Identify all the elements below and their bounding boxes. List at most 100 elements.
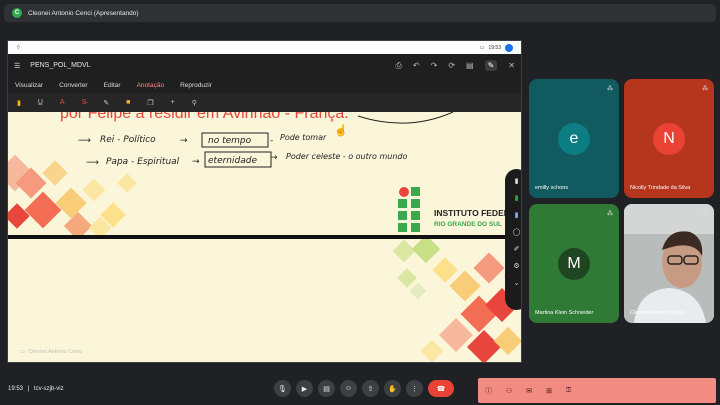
people-icon[interactable]: ⚇	[506, 387, 512, 395]
note-canvas[interactable]: por Felipe a residir em Avinhão - França…	[8, 112, 521, 362]
raise-hand-button[interactable]: ✋	[384, 380, 401, 397]
shared-screen: ⌔ ▭ 19:53 ☰ PENS_POL_MDVL ⎙ ↶ ↷ ⟳ ▤ ✎ ✕ …	[7, 40, 522, 363]
screen-share-badge	[505, 43, 513, 52]
highlighter-icon[interactable]: ▮	[17, 99, 21, 107]
camera-button[interactable]: ▶	[296, 380, 313, 397]
meeting-info: 19:53 | tcv-szjb-viz	[8, 386, 64, 392]
meeting-time: 19:53	[8, 386, 24, 392]
mic-button[interactable]: 🎙	[274, 380, 291, 397]
collapse-icon[interactable]: ⌄	[514, 279, 520, 287]
info-icon[interactable]: ⓘ	[485, 386, 492, 396]
chat-icon[interactable]: ✉	[526, 387, 532, 395]
end-call-button[interactable]: ☎	[428, 380, 454, 397]
line1-box-text: no tempo	[208, 136, 252, 146]
save-icon[interactable]: ⎙	[396, 61, 402, 71]
note-page-1: por Felipe a residir em Avinhão - França…	[8, 112, 521, 241]
floating-pen-toolbar: ▮ ▮ ▮ ◯ ✐ ⚙ ⌄	[505, 169, 521, 310]
mic-icon: 🎙	[278, 385, 287, 393]
meeting-separator: |	[27, 386, 30, 392]
close-icon[interactable]: ✕	[508, 61, 515, 70]
tab-visualizar[interactable]: Visualizar	[15, 82, 43, 89]
watermark-icon: ▭	[20, 349, 26, 355]
host-controls-icon[interactable]: ⚿	[566, 387, 571, 395]
highlighter-tool-icon[interactable]: ▮	[515, 211, 519, 219]
emoji-icon: ☺	[344, 385, 353, 392]
line2-result: Poder celeste - o outro mundo	[286, 152, 407, 161]
avatar: M	[558, 248, 590, 280]
watermark-text: Cleonei Antonio Cenci	[28, 349, 83, 355]
logo-line2: RIO GRANDE DO SUL	[434, 221, 502, 228]
pen-mode-icon[interactable]: ✎	[484, 60, 498, 71]
settings-icon[interactable]: ⚙	[513, 262, 519, 270]
line1-result: Pode tomar	[280, 133, 327, 142]
ifrs-logo: INSTITUTO FEDERAL RIO GRANDE DO SUL	[398, 187, 521, 232]
device-time: 19:53	[488, 44, 501, 51]
text-color-icon[interactable]: A	[60, 99, 65, 106]
presenting-banner: C Cleonei Antonio Cenci (Apresentando)	[4, 4, 716, 22]
cursor-icon: ☝	[334, 123, 348, 137]
document-title: PENS_POL_MDVL	[30, 62, 91, 69]
side-panel-controls: ⓘ ⚇ ✉ ⊞ ⚿	[478, 378, 716, 403]
present-button[interactable]: ⇪	[362, 380, 379, 397]
sync-icon[interactable]: ⟳	[448, 61, 455, 70]
tab-reproduzir[interactable]: Reproduzir	[180, 82, 212, 89]
presenter-watermark: ▭ Cleonei Antonio Cenci	[20, 349, 82, 355]
captions-icon: ▤	[323, 385, 330, 393]
page-1-drawing: por Felipe a residir em Avinhão - França…	[8, 112, 521, 241]
color-swatch-icon[interactable]: ■	[126, 99, 130, 106]
pen-tool-icon[interactable]: ▮	[515, 177, 519, 185]
pen-icon[interactable]: ✎	[103, 99, 109, 107]
line2-arrow2: →	[192, 157, 200, 167]
stamp-icon[interactable]: ⚲	[192, 99, 197, 107]
app-header: ☰ PENS_POL_MDVL ⎙ ↶ ↷ ⟳ ▤ ✎ ✕	[8, 54, 521, 77]
shapes-icon[interactable]: ❐	[147, 99, 153, 107]
strikethrough-icon[interactable]: S̶	[82, 99, 87, 106]
note-page-2	[8, 234, 521, 362]
participant-tile[interactable]: ⁂ e emilly schons	[529, 79, 619, 198]
device-status-bar: ⌔ ▭ 19:53	[8, 41, 521, 54]
line2-arrow: ⟶	[86, 158, 99, 168]
phone-hangup-icon: ☎	[436, 385, 446, 393]
muted-mic-icon: ⁂	[702, 211, 708, 217]
camera-feed	[624, 204, 714, 323]
page-2-drawing	[392, 234, 521, 362]
captions-button[interactable]: ▤	[318, 380, 335, 397]
avatar: e	[558, 123, 590, 155]
line1-subject: Rei - Político	[100, 135, 156, 145]
participant-name: Cleonei Antonio Cenci	[630, 310, 685, 316]
meeting-code: tcv-szjb-viz	[33, 386, 64, 392]
redo-icon[interactable]: ↷	[431, 61, 438, 70]
add-icon[interactable]: +	[171, 99, 175, 106]
line2-subject: Papa - Espiritual	[106, 157, 180, 167]
call-controls: 🎙 ▶ ▤ ☺ ⇪ ✋ ⋮ ☎	[274, 380, 454, 397]
underline-icon[interactable]: U̲	[38, 99, 43, 106]
hand-icon: ✋	[388, 385, 397, 393]
participant-tile[interactable]: ⁂ N Nicolly Trindade da Silva	[624, 79, 714, 198]
menu-icon[interactable]: ☰	[14, 62, 20, 70]
participant-tile[interactable]: ⁂ M Martina Klein Schneider	[529, 204, 619, 323]
line2-arrow3: →	[270, 153, 278, 163]
undo-icon[interactable]: ↶	[413, 61, 420, 70]
more-vert-icon: ⋮	[411, 385, 418, 393]
muted-mic-icon: ⁂	[607, 86, 613, 92]
eraser-icon[interactable]: ✐	[514, 245, 520, 253]
emoji-button[interactable]: ☺	[340, 380, 357, 397]
lasso-icon[interactable]: ◯	[513, 228, 521, 236]
activities-icon[interactable]: ⊞	[546, 387, 552, 395]
participant-tile-video[interactable]: ⁂ Cleonei Antonio Cenci	[624, 204, 714, 323]
tab-converter[interactable]: Converter	[59, 82, 88, 89]
more-options-button[interactable]: ⋮	[406, 380, 423, 397]
present-icon: ⇪	[367, 385, 374, 393]
pages-icon[interactable]: ▤	[466, 61, 474, 70]
muted-mic-icon: ⁂	[607, 211, 613, 217]
tab-anotacao[interactable]: Anotação	[137, 82, 164, 89]
tab-editar[interactable]: Editar	[104, 82, 121, 89]
participant-name: emilly schons	[535, 185, 569, 191]
app-tabs: Visualizar Converter Editar Anotação Rep…	[8, 77, 521, 93]
marker-tool-icon[interactable]: ▮	[515, 194, 519, 202]
presenter-avatar: C	[12, 8, 22, 18]
line1-arrow2: →	[180, 136, 188, 146]
camera-icon: ▶	[301, 385, 308, 393]
annotation-toolbar: ▮ U̲ A S̶ ✎ ■ ❐ + ⚲	[8, 93, 521, 112]
participant-name: Martina Klein Schneider	[535, 310, 594, 316]
